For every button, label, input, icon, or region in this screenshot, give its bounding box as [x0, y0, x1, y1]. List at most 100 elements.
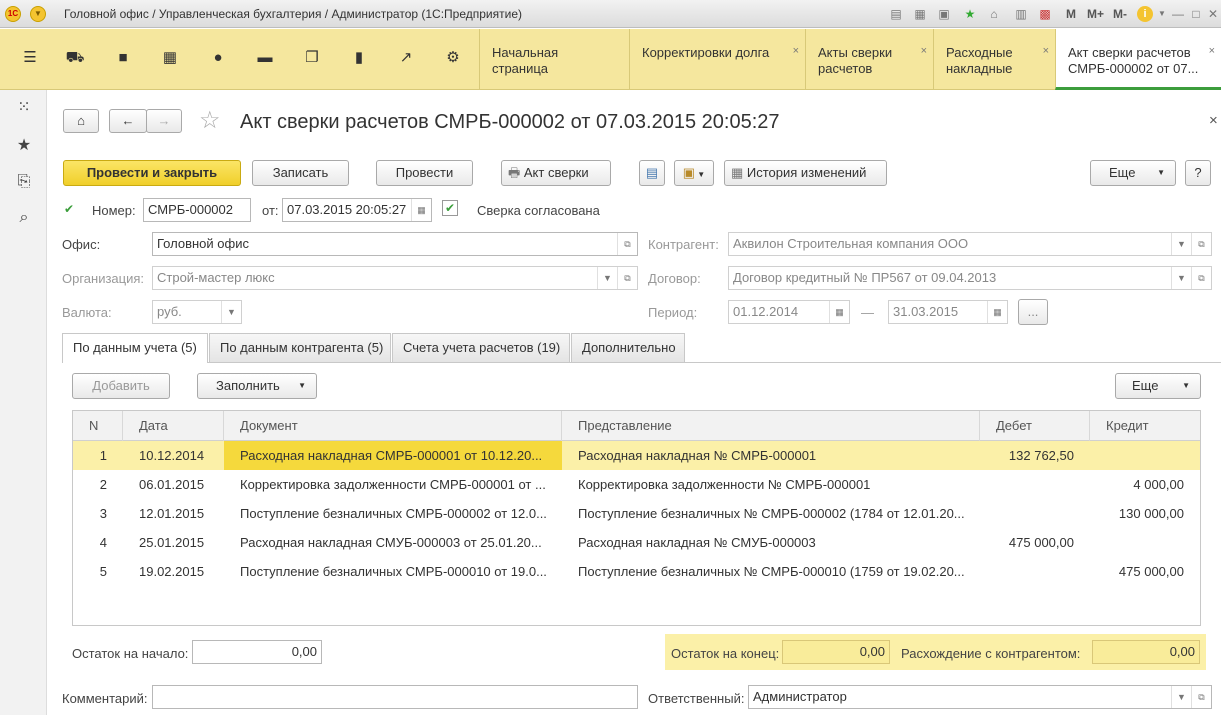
tab-close-icon[interactable]: ×	[1043, 43, 1049, 59]
grid-icon[interactable]: ▦	[159, 47, 181, 69]
table-row[interactable]: 2 06.01.2015 Корректировка задолженности С…	[73, 470, 1200, 499]
open-icon[interactable]: ⧉	[617, 267, 637, 289]
date-field[interactable]: 07.03.2015 20:05:27 ▦	[282, 198, 432, 222]
calendar-icon[interactable]: ▦	[411, 199, 431, 221]
maximize-icon[interactable]: □	[1188, 6, 1204, 22]
open-icon[interactable]: ⧉	[1191, 267, 1211, 289]
fill-button[interactable]: Заполнить ▼	[197, 373, 317, 399]
save-icon[interactable]: ▣	[936, 6, 952, 22]
table-row[interactable]: 1 10.12.2014 Расходная накладная СМРБ-0000…	[73, 441, 1200, 470]
currency-field[interactable]: руб. ▼	[152, 300, 242, 324]
tab-debt-adjustments[interactable]: Корректировки долга ×	[629, 29, 805, 90]
history-icon[interactable]: ⎘	[13, 171, 35, 193]
save-button[interactable]: Записать	[252, 160, 349, 186]
back-button[interactable]: ←	[109, 109, 147, 133]
tab-additional[interactable]: Дополнительно	[571, 333, 685, 362]
print-act-button[interactable]: 🖶 Акт сверки	[501, 160, 611, 186]
dropdown-icon[interactable]: ▼	[1171, 267, 1191, 289]
gear-icon[interactable]: ⚙	[442, 47, 464, 69]
print-icon[interactable]: ▤	[888, 6, 904, 22]
info-dropdown-icon[interactable]: ▼	[1154, 6, 1170, 22]
barchart-icon[interactable]: ▮	[348, 47, 370, 69]
close-form-icon[interactable]: ×	[1209, 112, 1218, 129]
tab-counterparty-data[interactable]: По данным контрагента (5)	[209, 333, 391, 362]
reconciliation-table[interactable]: N Дата Документ Представление Дебет Кред…	[72, 410, 1201, 626]
counterparty-field[interactable]: Аквилон Строительная компания ООО ▼ ⧉	[728, 232, 1212, 256]
dropdown-icon[interactable]: ▼	[221, 301, 241, 323]
table-more-button[interactable]: Еще ▼	[1115, 373, 1201, 399]
col-header-debit[interactable]: Дебет	[980, 411, 1090, 441]
related-docs-button[interactable]: ▣ ▼	[674, 160, 714, 186]
favorite-star-icon[interactable]: ☆	[199, 108, 221, 134]
col-header-credit[interactable]: Кредит	[1090, 411, 1200, 441]
tab-close-icon[interactable]: ×	[793, 43, 799, 59]
docs-icon[interactable]: ❐	[301, 47, 323, 69]
structure-button[interactable]: ▤	[639, 160, 665, 186]
search-icon[interactable]: ⌕	[13, 207, 35, 229]
period-from-field[interactable]: 01.12.2014 ▦	[728, 300, 850, 324]
home-page-icon[interactable]: ⌂	[986, 6, 1002, 22]
apps-grid-icon[interactable]: ⁙	[13, 97, 35, 119]
contract-field[interactable]: Договор кредитный № ПР567 от 09.04.2013 ▼…	[728, 266, 1212, 290]
tab-reconciliation-acts[interactable]: Акты сверки расчетов ×	[805, 29, 933, 90]
tab-close-icon[interactable]: ×	[1209, 43, 1215, 59]
more-actions-button[interactable]: Еще ▼	[1090, 160, 1176, 186]
col-header-date[interactable]: Дата	[123, 411, 224, 441]
dropdown-icon[interactable]: ▼	[1171, 686, 1191, 708]
forward-button[interactable]: →	[146, 109, 182, 133]
period-to-field[interactable]: 31.03.2015 ▦	[888, 300, 1008, 324]
calculator-icon[interactable]: ▥	[1013, 6, 1029, 22]
memory-minus-button[interactable]: M-	[1113, 7, 1127, 21]
favorites-add-icon[interactable]: ★	[962, 6, 978, 22]
tab-settlement-accounts[interactable]: Счета учета расчетов (19)	[392, 333, 570, 362]
col-header-representation[interactable]: Представление	[562, 411, 980, 441]
tab-accounting-data[interactable]: По данным учета (5)	[62, 333, 208, 363]
post-and-close-button[interactable]: Провести и закрыть	[63, 160, 241, 186]
app-logo-icon[interactable]: 1С	[5, 6, 21, 22]
agreed-checkbox[interactable]: ✔	[442, 200, 458, 216]
calendar-icon[interactable]: ▦	[987, 301, 1007, 323]
add-row-button[interactable]: Добавить	[72, 373, 170, 399]
post-button[interactable]: Провести	[376, 160, 473, 186]
home-button[interactable]: ⌂	[63, 109, 99, 133]
open-icon[interactable]: ⧉	[1191, 686, 1211, 708]
number-field[interactable]: СМРБ-000002	[143, 198, 251, 222]
trend-icon[interactable]: ↗	[395, 47, 417, 69]
calendar-icon[interactable]: ▦	[829, 301, 849, 323]
tab-sales-invoices[interactable]: Расходные накладные ×	[933, 29, 1055, 90]
col-header-n[interactable]: N	[73, 411, 123, 441]
organization-field[interactable]: Строй-мастер люкс ▼ ⧉	[152, 266, 638, 290]
close-window-icon[interactable]: ✕	[1205, 6, 1221, 22]
open-icon[interactable]: ⧉	[617, 233, 637, 255]
help-button[interactable]: ?	[1185, 160, 1211, 186]
calendar-icon[interactable]: ▩	[1037, 6, 1053, 22]
open-icon[interactable]: ⧉	[1191, 233, 1211, 255]
preview-icon[interactable]: ▦	[912, 6, 928, 22]
posted-status-icon: ✔	[64, 202, 75, 216]
table-row[interactable]: 5 19.02.2015 Поступление безналичных СМРБ-…	[73, 557, 1200, 586]
cart-icon[interactable]: ⛟	[64, 47, 86, 69]
favorites-star-icon[interactable]: ★	[13, 135, 35, 157]
memory-m-button[interactable]: M	[1066, 7, 1076, 21]
truck-icon[interactable]: ▬	[254, 47, 276, 69]
tab-current-document[interactable]: Акт сверки расчетов СМРБ-000002 от 07...…	[1055, 29, 1221, 90]
period-select-button[interactable]: ...	[1018, 299, 1048, 325]
col-header-document[interactable]: Документ	[224, 411, 562, 441]
office-field[interactable]: Головной офис ⧉	[152, 232, 638, 256]
table-row[interactable]: 4 25.01.2015 Расходная накладная СМУБ-0000…	[73, 528, 1200, 557]
menu-icon[interactable]: ☰	[19, 47, 41, 69]
bag-icon[interactable]: ■	[112, 47, 134, 69]
tab-close-icon[interactable]: ×	[921, 43, 927, 59]
dropdown-icon[interactable]: ▼	[1171, 233, 1191, 255]
info-icon[interactable]: i	[1137, 6, 1153, 22]
ruble-icon[interactable]: ●	[207, 47, 229, 69]
table-row[interactable]: 3 12.01.2015 Поступление безналичных СМРБ-…	[73, 499, 1200, 528]
responsible-field[interactable]: Администратор ▼ ⧉	[748, 685, 1212, 709]
change-history-button[interactable]: ▦ История изменений	[724, 160, 887, 186]
main-menu-icon[interactable]: ▼	[30, 6, 46, 22]
memory-plus-button[interactable]: M+	[1087, 7, 1104, 21]
tab-home-page[interactable]: Начальная страница	[479, 29, 629, 90]
comment-field[interactable]	[152, 685, 638, 709]
dropdown-icon[interactable]: ▼	[597, 267, 617, 289]
minimize-icon[interactable]: —	[1170, 6, 1186, 22]
